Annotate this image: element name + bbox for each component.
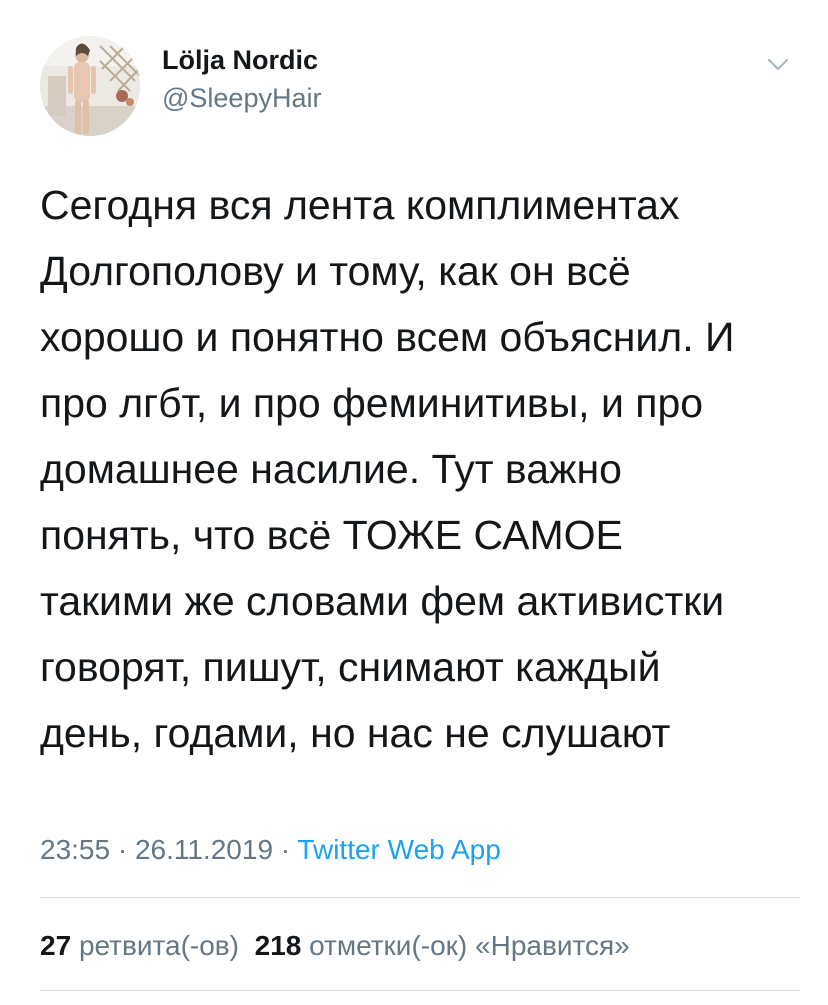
tweet-text-line: Сегодня вся лента комплиментах xyxy=(40,182,680,228)
tweet-meta: 23:55 · 26.11.2019 · Twitter Web App xyxy=(40,830,501,870)
meta-separator: · xyxy=(110,834,135,865)
tweet-stats: 27 ретвита(-ов) 218 отметки(-ок) «Нравит… xyxy=(40,926,630,966)
avatar[interactable] xyxy=(40,36,140,136)
tweet-time[interactable]: 23:55 xyxy=(40,834,110,865)
likes-stat[interactable]: 218 отметки(-ок) «Нравится» xyxy=(255,930,630,961)
display-name[interactable]: Lölja Nordic xyxy=(162,44,321,76)
tweet-text: Сегодня вся лента комплиментах Долгополо… xyxy=(40,172,800,766)
retweets-stat[interactable]: 27 ретвита(-ов) xyxy=(40,930,239,961)
tweet-date[interactable]: 26.11.2019 xyxy=(135,834,273,865)
tweet-text-line: хорошо и понятно всем объяснил. И xyxy=(40,314,735,360)
likes-count: 218 xyxy=(254,930,302,961)
tweet-header: Lölja Nordic @SleepyHair xyxy=(40,36,800,136)
tweet-text-line: про лгбт, и про феминитивы, и про xyxy=(40,380,704,426)
avatar-photo xyxy=(40,36,140,136)
user-names: Lölja Nordic @SleepyHair xyxy=(162,44,321,116)
tweet-text-line: говорят, пишут, снимают каждый xyxy=(40,644,661,690)
chevron-down-icon[interactable] xyxy=(764,50,792,78)
retweets-label: ретвита(-ов) xyxy=(78,930,239,961)
tweet-text-line: понять, что всё ТОЖЕ САМОЕ xyxy=(40,512,623,558)
likes-label: отметки(-ок) «Нравится» xyxy=(309,930,630,961)
retweets-count: 27 xyxy=(40,930,72,961)
divider xyxy=(40,990,800,991)
meta-separator: · xyxy=(273,834,298,865)
tweet-text-line: домашнее насилие. Тут важно xyxy=(40,446,622,492)
tweet-text-line: такими же словами фем активистки xyxy=(40,578,725,624)
tweet-source-link[interactable]: Twitter Web App xyxy=(297,834,500,865)
tweet-text-line: день, годами, но нас не слушают xyxy=(40,710,671,756)
tweet-text-line: Долгополову и тому, как он всё xyxy=(40,248,631,294)
tweet-card: Lölja Nordic @SleepyHair Сегодня вся лен… xyxy=(0,0,828,1005)
user-handle[interactable]: @SleepyHair xyxy=(162,80,321,116)
divider xyxy=(40,897,800,898)
